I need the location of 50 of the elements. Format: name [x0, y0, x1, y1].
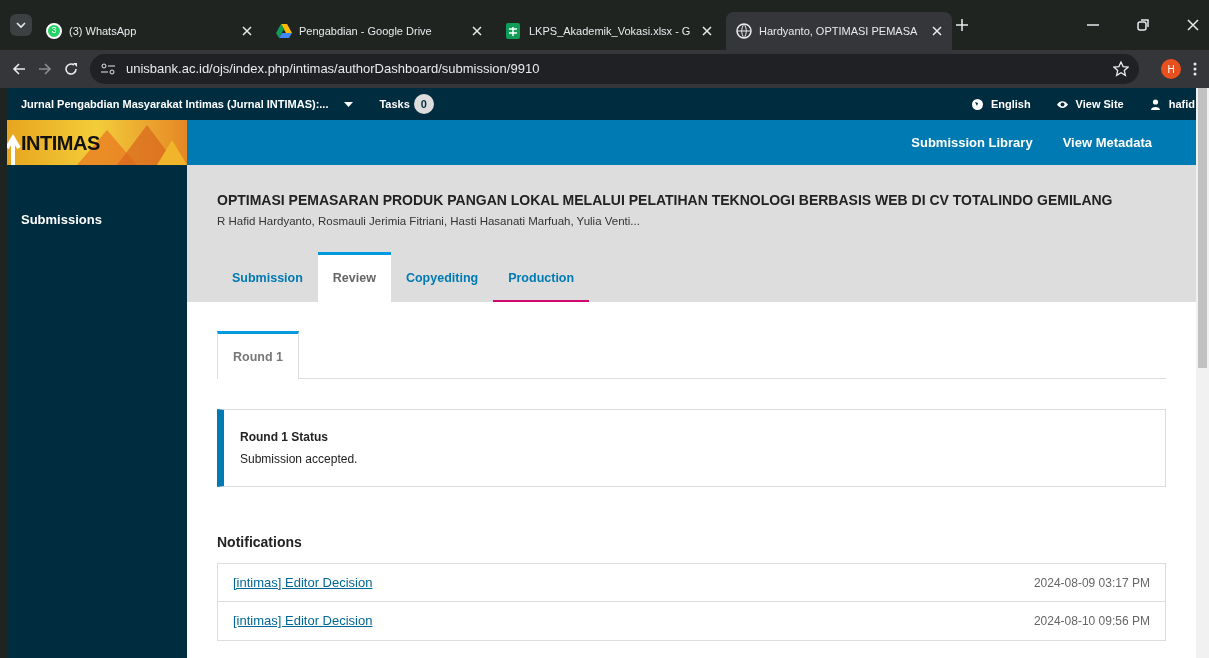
- header-link[interactable]: View Metadata: [1062, 132, 1152, 153]
- view-site-link[interactable]: View Site: [1056, 95, 1124, 113]
- close-icon[interactable]: [1187, 19, 1199, 31]
- more-menu-icon[interactable]: [1193, 62, 1197, 76]
- status-text: Submission accepted.: [240, 450, 359, 468]
- close-icon[interactable]: [702, 26, 712, 36]
- scrollbar-thumb[interactable]: [1198, 88, 1207, 368]
- stage-tab[interactable]: Review: [317, 252, 391, 303]
- author-list: R Hafid Hardyanto, Rosmauli Jerimia Fitriani, Hasti Hasanati Marfuah, Yulia Venti...: [217, 213, 1166, 231]
- tab-badge: 3: [46, 23, 62, 39]
- reload-icon[interactable]: [64, 62, 78, 76]
- address-bar[interactable]: unisbank.ac.id/ojs/index.php/intimas/authorDashboard/submission/9910: [90, 54, 1139, 84]
- tasks-button[interactable]: Tasks 0: [379, 94, 434, 114]
- eye-icon: [1056, 98, 1068, 110]
- forward-icon[interactable]: [38, 62, 52, 76]
- notification-link[interactable]: [intimas] Editor Decision: [233, 611, 373, 631]
- section-heading: Notifications: [217, 532, 303, 552]
- close-icon[interactable]: [932, 26, 942, 36]
- sidebar-link[interactable]: Submissions: [7, 165, 187, 230]
- user-menu[interactable]: hafid: [1149, 95, 1195, 113]
- journal-switcher[interactable]: Jurnal Pengabdian Masyarakat Intimas (Jurnal INTIMAS):...: [21, 95, 354, 113]
- back-icon[interactable]: [12, 62, 26, 76]
- browser-tab[interactable]: Hardyanto, OPTIMASI PEMASA: [726, 12, 952, 50]
- close-icon[interactable]: [472, 26, 482, 36]
- restore-icon[interactable]: [1137, 19, 1149, 31]
- header-link[interactable]: Submission Library: [911, 132, 1033, 153]
- journal-logo[interactable]: INTIMAS: [7, 120, 187, 165]
- user-icon: [1149, 98, 1161, 110]
- new-tab-icon[interactable]: [956, 19, 968, 31]
- triangle-icon: [276, 23, 292, 39]
- tab-list-icon[interactable]: [10, 14, 32, 36]
- browser-tab[interactable]: 3 (3) WhatsApp: [36, 12, 262, 50]
- submission-title: OPTIMASI PEMASARAN PRODUK PANGAN LOKAL MELALUI PELATIHAN TEKNOLOGI BERBASIS WEB DI CV TOTALINDO GEMILANG: [217, 191, 1114, 210]
- site-settings-icon[interactable]: [100, 63, 116, 75]
- round-tab[interactable]: Round 1: [217, 331, 299, 379]
- close-icon[interactable]: [242, 26, 252, 36]
- scrollbar[interactable]: [1196, 88, 1209, 658]
- task-count: 0: [413, 94, 434, 114]
- caret-icon: [344, 101, 354, 107]
- browser-tab[interactable]: LKPS_Akademik_Vokasi.xlsx - G: [496, 12, 722, 50]
- status-title: Round 1 Status: [240, 428, 329, 446]
- notification-date: 2024-08-09 03:17 PM: [1033, 574, 1150, 592]
- stage-tab[interactable]: Submission: [217, 252, 318, 303]
- browser-tab[interactable]: Pengabdian - Google Drive: [266, 12, 492, 50]
- language-link[interactable]: English: [971, 95, 1031, 113]
- spreadsheet-icon: [506, 23, 522, 39]
- star-icon[interactable]: [1113, 61, 1129, 77]
- profile-avatar[interactable]: H: [1161, 59, 1181, 79]
- notification-date: 2024-08-10 09:56 PM: [1033, 613, 1150, 631]
- notification-link[interactable]: [intimas] Editor Decision: [233, 572, 373, 593]
